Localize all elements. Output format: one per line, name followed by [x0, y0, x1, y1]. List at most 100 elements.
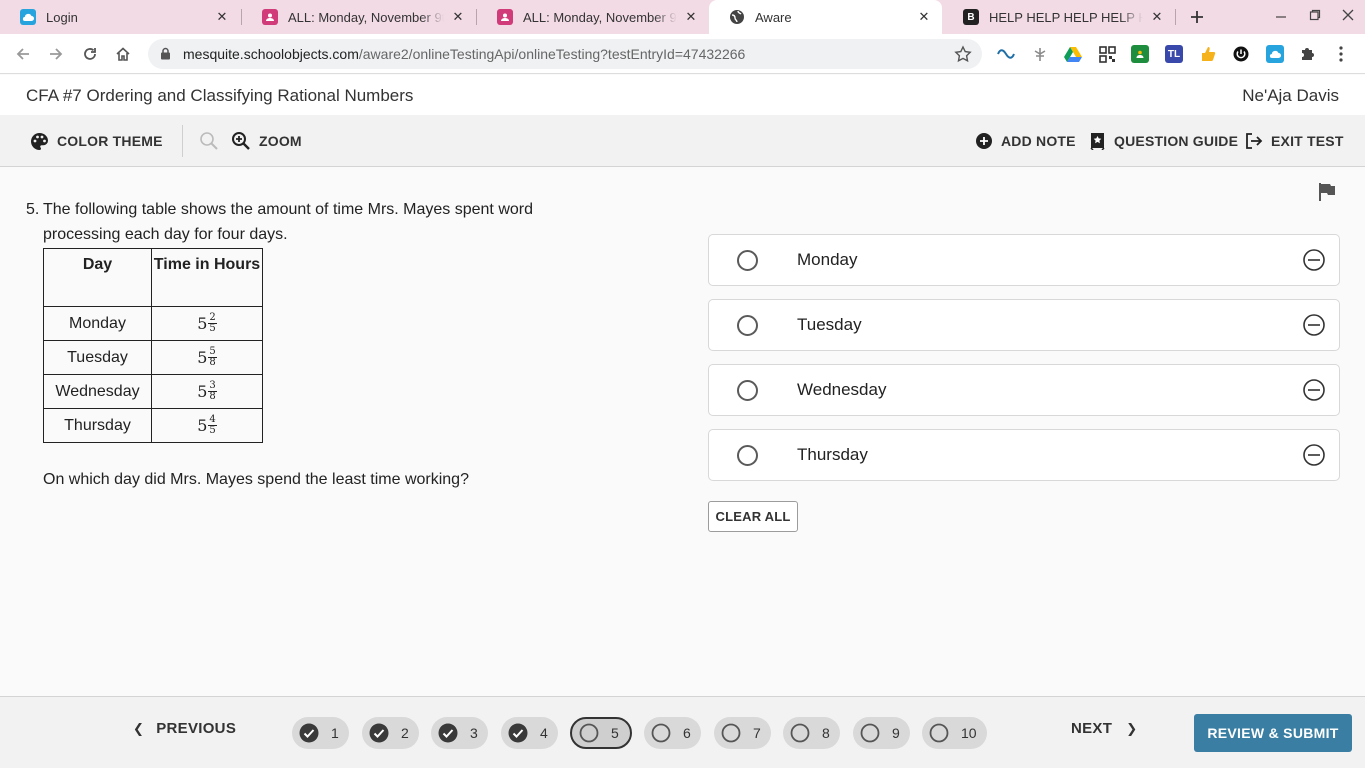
read-along-icon[interactable] [997, 45, 1015, 63]
classroom-icon [497, 9, 513, 25]
eliminate-choice-icon[interactable] [1302, 248, 1326, 277]
question-3-button[interactable]: 3 [431, 717, 488, 749]
google-classroom-icon[interactable] [1131, 45, 1149, 63]
answer-choice-wednesday[interactable]: Wednesday [708, 364, 1340, 416]
eliminate-choice-icon[interactable] [1302, 378, 1326, 407]
question-number-label: 9 [892, 725, 900, 741]
empty-circle-icon [721, 723, 741, 743]
add-circle-icon [976, 133, 992, 149]
flag-question-button[interactable] [1318, 182, 1336, 207]
menu-kebab-icon[interactable] [1332, 45, 1350, 63]
table-header-day: Day [43, 248, 152, 307]
exit-test-label: EXIT TEST [1271, 133, 1344, 149]
browser-tab-classroom-1[interactable]: ALL: Monday, November 9th, 2020 ✕ [242, 0, 476, 34]
question-number-label: 5 [611, 725, 619, 741]
tree-extension-icon[interactable] [1031, 45, 1049, 63]
question-7-button[interactable]: 7 [714, 717, 771, 749]
answer-choice-thursday[interactable]: Thursday [708, 429, 1340, 481]
exit-test-button[interactable]: EXIT TEST [1245, 115, 1344, 167]
table-row: Tuesday 558 [43, 340, 263, 375]
table-header-row: Day Time in Hours [43, 248, 263, 307]
browser-tab-bar: Login ✕ ALL: Monday, November 9th, 2020 … [0, 0, 1365, 34]
new-tab-button[interactable] [1186, 6, 1208, 28]
answer-choice-monday[interactable]: Monday [708, 234, 1340, 286]
answer-label: Thursday [797, 445, 868, 464]
radio-button[interactable] [737, 445, 758, 466]
thumbs-up-icon[interactable] [1199, 45, 1217, 63]
zoom-button[interactable]: ZOOM [231, 115, 302, 167]
clear-all-button[interactable]: CLEAR ALL [708, 501, 798, 532]
radio-button[interactable] [737, 380, 758, 401]
minimize-icon[interactable] [1271, 8, 1291, 25]
table-cell-time: 538 [151, 374, 263, 409]
check-circle-icon [299, 723, 319, 743]
chevron-left-icon: ❮ [133, 720, 145, 736]
tab-title: Aware [755, 9, 792, 25]
answer-label: Tuesday [797, 315, 862, 334]
radio-button[interactable] [737, 250, 758, 271]
flag-icon [1319, 183, 1335, 201]
restore-icon[interactable] [1305, 8, 1325, 25]
table-header-time: Time in Hours [151, 248, 263, 307]
classroom-icon [262, 9, 278, 25]
close-icon[interactable]: ✕ [214, 9, 230, 25]
eliminate-choice-icon[interactable] [1302, 313, 1326, 342]
zoom-out-button[interactable] [199, 115, 227, 167]
next-button[interactable]: NEXT ❯ [1071, 720, 1137, 737]
cloud-icon [20, 9, 36, 25]
home-icon[interactable] [112, 43, 134, 65]
close-icon[interactable]: ✕ [1149, 9, 1165, 25]
lock-icon[interactable] [160, 47, 171, 65]
review-submit-button[interactable]: REVIEW & SUBMIT [1194, 714, 1352, 752]
radio-button[interactable] [737, 315, 758, 336]
table-cell-time: 558 [151, 340, 263, 375]
answer-label: Wednesday [797, 380, 887, 399]
question-8-button[interactable]: 8 [783, 717, 840, 749]
question-4-button[interactable]: 4 [501, 717, 558, 749]
question-number-label: 1 [331, 725, 339, 741]
answer-choice-tuesday[interactable]: Tuesday [708, 299, 1340, 351]
check-circle-icon [369, 723, 389, 743]
toolbar-divider [182, 125, 183, 157]
puzzle-extensions-icon[interactable] [1298, 45, 1316, 63]
zoom-out-icon [200, 132, 218, 150]
immersive-reader-icon[interactable]: TL [1165, 45, 1183, 63]
browser-tab-brainly[interactable]: B HELP HELP HELP HELP HELP ✕ [943, 0, 1175, 34]
close-icon[interactable]: ✕ [683, 9, 699, 25]
cloud-extension-icon[interactable] [1266, 45, 1284, 63]
test-title: CFA #7 Ordering and Classifying Rational… [26, 86, 414, 105]
bookmark-star-icon[interactable] [954, 45, 972, 68]
forward-icon[interactable] [45, 43, 67, 65]
qr-code-icon[interactable] [1098, 45, 1116, 63]
question-number: 5. [26, 201, 40, 218]
previous-button[interactable]: ❮ PREVIOUS [133, 720, 236, 737]
browser-toolbar: mesquite.schoolobjects.com/aware2/online… [0, 34, 1365, 74]
address-bar[interactable]: mesquite.schoolobjects.com/aware2/online… [148, 39, 982, 69]
question-2-button[interactable]: 2 [362, 717, 419, 749]
browser-tab-aware[interactable]: Aware ✕ [709, 0, 942, 34]
close-icon[interactable]: ✕ [916, 9, 932, 25]
mixed-number: 525 [197, 312, 217, 334]
close-window-icon[interactable] [1338, 8, 1358, 25]
question-1-button[interactable]: 1 [292, 717, 349, 749]
table-cell-day: Monday [43, 306, 152, 341]
close-icon[interactable]: ✕ [450, 9, 466, 25]
question-number-label: 7 [753, 725, 761, 741]
question-guide-button[interactable]: QUESTION GUIDE [1089, 115, 1238, 167]
back-icon[interactable] [12, 43, 34, 65]
question-10-button[interactable]: 10 [922, 717, 987, 749]
check-circle-icon [438, 723, 458, 743]
url-text[interactable]: mesquite.schoolobjects.com/aware2/online… [183, 46, 745, 62]
tab-title: ALL: Monday, November 9th, 2020 [288, 9, 444, 25]
power-icon[interactable] [1232, 45, 1250, 63]
browser-tab-classroom-2[interactable]: ALL: Monday, November 9th, 2020 ✕ [477, 0, 709, 34]
browser-tab-login[interactable]: Login ✕ [0, 0, 240, 34]
eliminate-choice-icon[interactable] [1302, 443, 1326, 472]
add-note-button[interactable]: ADD NOTE [975, 115, 1076, 167]
reload-icon[interactable] [79, 43, 101, 65]
question-9-button[interactable]: 9 [853, 717, 910, 749]
google-drive-icon[interactable] [1064, 45, 1082, 63]
question-5-button[interactable]: 5 [570, 717, 632, 749]
question-6-button[interactable]: 6 [644, 717, 701, 749]
color-theme-button[interactable]: COLOR THEME [30, 115, 163, 167]
